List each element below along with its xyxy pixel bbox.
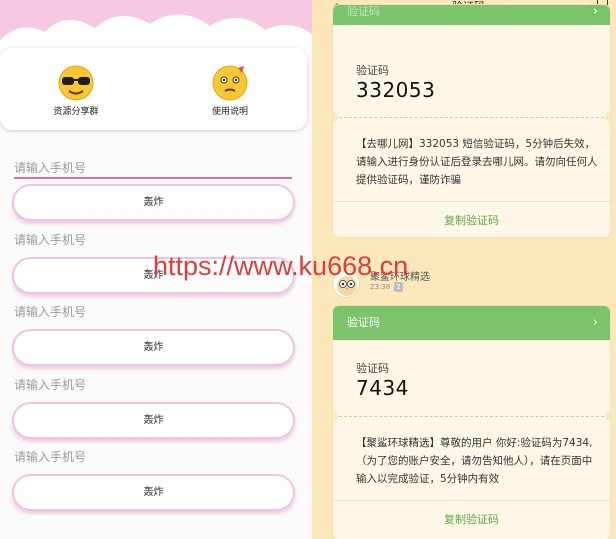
shortcut-label: 使用说明 bbox=[211, 107, 248, 117]
bomb-button[interactable]: 轰炸 bbox=[12, 184, 295, 221]
card-header-label: 验证码 bbox=[347, 5, 380, 18]
card-notch bbox=[333, 411, 338, 421]
copy-code-button[interactable]: 复制验证码 bbox=[333, 511, 610, 527]
card-notch bbox=[605, 411, 610, 421]
chevron-right-icon: › bbox=[592, 5, 598, 19]
card-header[interactable]: 验证码 › bbox=[333, 306, 610, 340]
dashed-divider bbox=[339, 416, 604, 417]
phone-input[interactable] bbox=[14, 157, 292, 179]
bomb-button[interactable]: 轰炸 bbox=[12, 329, 295, 366]
sim-badge: 2 bbox=[394, 282, 403, 292]
message-time: 23:38 bbox=[370, 283, 391, 291]
confused-emoji-icon bbox=[212, 65, 248, 101]
phone-input[interactable] bbox=[14, 229, 292, 251]
divider bbox=[333, 201, 610, 202]
dashed-divider bbox=[339, 117, 604, 118]
card-notch bbox=[333, 112, 338, 122]
bomb-button[interactable]: 轰炸 bbox=[12, 474, 295, 511]
sms-card: 验证码 › 验证码 7434 【聚鲨环球精选】尊敬的用户 你好:验证码为7434… bbox=[333, 306, 610, 539]
sms-message-text: 【去哪儿网】332053 短信验证码，5分钟后失效，请输入进行身份认证后登录去哪… bbox=[356, 138, 598, 186]
code-label: 验证码 bbox=[356, 362, 389, 375]
chevron-right-icon: › bbox=[592, 315, 598, 330]
shortcut-card: 资源分享群 使用说明 bbox=[0, 48, 307, 130]
card-header[interactable]: 验证码 › bbox=[333, 5, 610, 25]
card-header-label: 验证码 bbox=[347, 316, 380, 329]
copy-code-button[interactable]: 复制验证码 bbox=[333, 212, 610, 228]
watermark: https://www.ku668.cn bbox=[153, 251, 409, 281]
phone-input[interactable] bbox=[14, 374, 292, 396]
verification-code[interactable]: 7434 bbox=[356, 376, 409, 400]
sunglasses-emoji-icon bbox=[58, 65, 94, 101]
phone-input[interactable] bbox=[14, 446, 292, 468]
card-notch bbox=[605, 112, 610, 122]
divider bbox=[333, 500, 610, 501]
shortcut-share-group[interactable]: 资源分享群 bbox=[36, 64, 116, 117]
input-underline-focused bbox=[14, 177, 292, 179]
phone-input[interactable] bbox=[14, 301, 292, 323]
sms-card: 验证码 › 验证码 332053 【去哪儿网】332053 短信验证码，5分钟后… bbox=[333, 5, 610, 237]
bomb-button[interactable]: 轰炸 bbox=[12, 402, 295, 439]
code-label: 验证码 bbox=[356, 64, 389, 77]
sms-message-text: 【聚鲨环球精选】尊敬的用户 你好:验证码为7434,（为了您的账户安全，请勿告知… bbox=[356, 437, 593, 485]
verification-code[interactable]: 332053 bbox=[356, 78, 435, 102]
shortcut-usage-guide[interactable]: 使用说明 bbox=[190, 64, 270, 117]
shortcut-label: 资源分享群 bbox=[53, 107, 99, 117]
